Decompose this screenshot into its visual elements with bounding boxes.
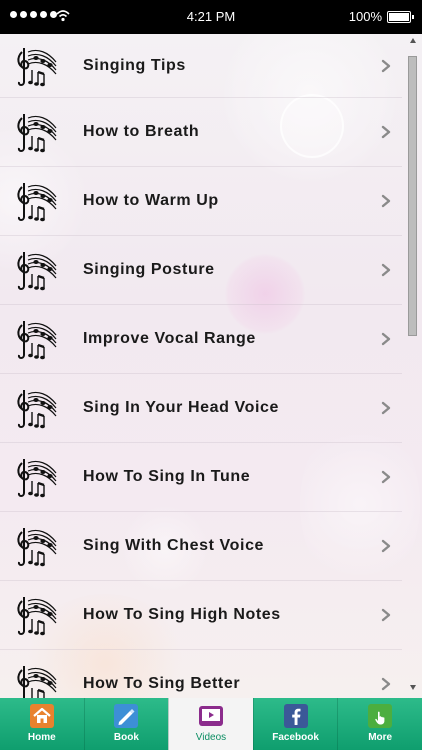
tab-label: Videos	[195, 732, 227, 743]
scrollbar-thumb[interactable]	[408, 56, 417, 336]
tab-facebook[interactable]: Facebook	[252, 698, 338, 750]
list-item-label: How To Sing Better	[83, 675, 241, 692]
chevron-right-icon	[380, 608, 392, 622]
music-notes-icon	[12, 44, 60, 88]
chevron-right-icon	[380, 539, 392, 553]
list-item-label: Sing In Your Head Voice	[83, 399, 280, 416]
list-item[interactable]: Sing With Chest Voice	[0, 512, 402, 581]
list-item-label: Singing Posture	[83, 261, 215, 278]
list-item-label: How to Warm Up	[83, 192, 219, 209]
list-item[interactable]: How To Sing High Notes	[0, 581, 402, 650]
scroll-up-arrow-icon[interactable]	[410, 38, 416, 43]
tab-videos[interactable]: Videos	[168, 698, 253, 750]
chevron-right-icon	[380, 194, 392, 208]
music-notes-icon	[12, 179, 60, 223]
facebook-icon	[283, 704, 308, 728]
music-notes-icon	[12, 455, 60, 499]
more-icon	[368, 704, 393, 728]
list-content: Singing Tips How to Breath How to Warm Up S…	[0, 34, 422, 698]
list-item-label: How To Sing High Notes	[83, 606, 281, 623]
tab-label: Home	[27, 732, 56, 743]
topic-list: Singing Tips How to Breath How to Warm Up S…	[0, 34, 402, 698]
list-item-label: Singing Tips	[83, 56, 186, 74]
list-item[interactable]: How to Breath	[0, 98, 402, 167]
chevron-right-icon	[380, 401, 392, 415]
list-item[interactable]: Sing In Your Head Voice	[0, 374, 402, 443]
list-item[interactable]: How To Sing In Tune	[0, 443, 402, 512]
status-bar: 4:21 PM 100%	[0, 0, 422, 34]
home-icon	[29, 704, 54, 728]
list-item[interactable]: How to Warm Up	[0, 167, 402, 236]
tab-book[interactable]: Book	[83, 698, 169, 750]
music-notes-icon	[12, 248, 60, 292]
list-item-label: Sing With Chest Voice	[83, 537, 265, 554]
music-notes-icon	[12, 110, 60, 154]
tab-label: Book	[113, 732, 139, 743]
scrollbar[interactable]	[408, 34, 418, 694]
list-item-label: How To Sing In Tune	[83, 468, 251, 485]
list-item[interactable]: Singing Tips	[0, 34, 402, 98]
list-item[interactable]: Singing Posture	[0, 236, 402, 305]
tab-home[interactable]: Home	[0, 698, 84, 750]
list-item-label: Improve Vocal Range	[83, 330, 256, 347]
app-screen: 4:21 PM 100% Singing Tips How to Breath Ho…	[0, 0, 422, 750]
music-notes-icon	[12, 317, 60, 361]
music-notes-icon	[12, 593, 60, 637]
list-item[interactable]: Improve Vocal Range	[0, 305, 402, 374]
chevron-right-icon	[380, 125, 392, 139]
tab-label: More	[368, 732, 393, 743]
tab-label: Facebook	[272, 732, 319, 743]
music-notes-icon	[12, 662, 60, 698]
video-icon	[198, 706, 223, 726]
list-item-label: How to Breath	[83, 123, 200, 140]
music-notes-icon	[12, 524, 60, 568]
chevron-right-icon	[380, 59, 392, 73]
chevron-right-icon	[380, 677, 392, 691]
chevron-right-icon	[380, 263, 392, 277]
tab-bar: Home Book Videos Facebook More	[0, 698, 422, 750]
music-notes-icon	[12, 386, 60, 430]
book-icon	[114, 704, 139, 728]
chevron-right-icon	[380, 470, 392, 484]
battery-percent: 100%	[348, 9, 382, 24]
tab-more[interactable]: More	[337, 698, 422, 750]
chevron-right-icon	[380, 332, 392, 346]
list-item[interactable]: How To Sing Better	[0, 650, 402, 698]
battery-icon	[387, 11, 414, 23]
scroll-down-arrow-icon[interactable]	[410, 685, 416, 690]
